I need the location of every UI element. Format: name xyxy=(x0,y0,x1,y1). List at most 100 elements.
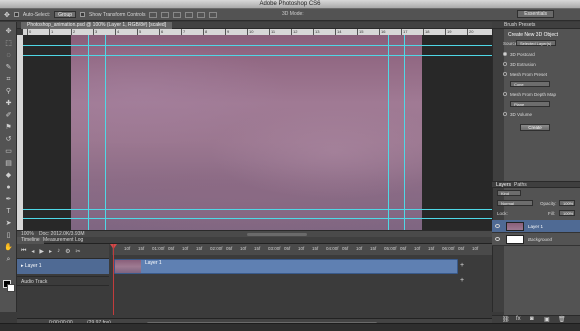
filter-kind-dropdown[interactable]: Kind xyxy=(497,190,521,196)
settings-gear-icon[interactable]: ⚙ xyxy=(65,248,70,255)
gradient-tool-icon[interactable]: ▤ xyxy=(4,160,13,168)
timeline-track-layer-1[interactable]: ▸ Layer 1 xyxy=(17,259,109,274)
option-label: 3D Extrusion xyxy=(510,62,536,67)
lasso-tool-icon[interactable]: ◌ xyxy=(4,52,13,60)
blur-tool-icon[interactable]: ◆ xyxy=(4,172,13,180)
marquee-tool-icon[interactable]: ⬚ xyxy=(4,40,13,48)
go-to-first-frame-icon[interactable]: ⏮ xyxy=(21,248,26,255)
preset-dropdown[interactable]: Cone xyxy=(510,81,550,87)
panel-tab-brush-presets[interactable]: Brush Presets xyxy=(504,22,535,29)
horizontal-scrollbar[interactable] xyxy=(247,233,307,236)
source-dropdown[interactable]: Selected Layer(s) xyxy=(516,40,556,46)
timeline-tick: 15f xyxy=(428,246,435,251)
quick-select-tool-icon[interactable]: ✎ xyxy=(4,64,13,72)
align-right-icon[interactable] xyxy=(209,11,218,18)
guide-vertical[interactable] xyxy=(88,35,89,230)
opacity-field[interactable]: 100% xyxy=(559,200,575,206)
align-center-icon[interactable] xyxy=(197,11,206,18)
timeline-tick: 10f xyxy=(356,246,363,251)
auto-select-checkbox[interactable] xyxy=(13,12,19,17)
timeline-tick: 15f xyxy=(370,246,377,251)
link-layers-icon[interactable]: ⛓ xyxy=(502,316,510,323)
move-tool-icon[interactable]: ✥ xyxy=(4,11,10,19)
hand-tool-icon[interactable]: ✋ xyxy=(4,244,13,252)
type-tool-icon[interactable]: T xyxy=(4,208,13,216)
add-media-icon[interactable]: + xyxy=(460,262,464,269)
visibility-eye-icon[interactable] xyxy=(495,237,500,241)
timeline-track-audio[interactable]: Audio Track xyxy=(17,276,109,286)
rectangle-tool-icon[interactable]: ▯ xyxy=(4,232,13,240)
radio-mesh-from-depth-map[interactable] xyxy=(503,92,507,96)
fill-label: Fill: xyxy=(548,211,555,216)
tab-paths[interactable]: Paths xyxy=(514,182,527,189)
next-frame-icon[interactable]: ▸ xyxy=(49,248,52,255)
radio-3d-postcard[interactable] xyxy=(503,52,507,56)
dodge-tool-icon[interactable]: ● xyxy=(4,184,13,192)
radio-3d-volume[interactable] xyxy=(503,112,507,116)
timeline-tick: 10f xyxy=(182,246,189,251)
auto-select-dropdown[interactable]: Group xyxy=(54,11,77,18)
blend-mode-dropdown[interactable]: Normal xyxy=(497,200,533,206)
radio-mesh-from-preset[interactable] xyxy=(503,72,507,76)
align-left-icon[interactable] xyxy=(185,11,194,18)
workspace-switcher[interactable]: Essentials xyxy=(517,10,554,18)
ruler-number: 8 xyxy=(205,29,208,34)
play-icon[interactable]: ▶ xyxy=(39,248,44,255)
guide-horizontal[interactable] xyxy=(23,55,492,56)
playhead[interactable] xyxy=(113,244,114,315)
eraser-tool-icon[interactable]: ▭ xyxy=(4,148,13,156)
healing-brush-tool-icon[interactable]: ✚ xyxy=(4,100,13,108)
background-color-swatch[interactable] xyxy=(7,284,15,292)
previous-frame-icon[interactable]: ◂ xyxy=(31,248,34,255)
fill-field[interactable]: 100% xyxy=(559,210,575,216)
tab-measurement-log[interactable]: Measurement Log xyxy=(39,237,87,244)
timeline-ruler[interactable]: 10f 15f 01:00f 05f 10f 15f 02:00f 05f 10… xyxy=(112,244,492,255)
history-brush-tool-icon[interactable]: ↺ xyxy=(4,136,13,144)
guide-horizontal[interactable] xyxy=(23,45,492,46)
align-bottom-icon[interactable] xyxy=(173,11,182,18)
depth-map-dropdown[interactable]: Plane xyxy=(510,101,550,107)
zoom-tool-icon[interactable]: ⌕ xyxy=(4,256,13,264)
create-button[interactable]: Create xyxy=(520,124,550,131)
align-top-icon[interactable] xyxy=(149,11,158,18)
ruler-number: 12 xyxy=(293,29,298,34)
path-selection-tool-icon[interactable]: ➤ xyxy=(4,220,13,228)
timeline-tick: 01:00f xyxy=(152,246,165,251)
document-canvas[interactable] xyxy=(71,35,422,230)
guide-vertical[interactable] xyxy=(388,35,389,230)
option-label: Mesh From Depth Map xyxy=(510,92,557,97)
guide-vertical[interactable] xyxy=(105,35,106,230)
align-middle-icon[interactable] xyxy=(161,11,170,18)
brush-tool-icon[interactable]: ✐ xyxy=(4,112,13,120)
layer-row[interactable]: Background xyxy=(492,233,580,246)
add-audio-icon[interactable]: + xyxy=(460,277,464,284)
clone-stamp-tool-icon[interactable]: ⚑ xyxy=(4,124,13,132)
tab-layers[interactable]: Layers xyxy=(496,182,511,189)
guide-horizontal[interactable] xyxy=(23,218,492,219)
pen-tool-icon[interactable]: ✒ xyxy=(4,196,13,204)
options-bar: ✥ Auto-Select: Group Show Transform Cont… xyxy=(0,9,580,21)
fx-icon[interactable]: fx xyxy=(516,316,521,322)
eyedropper-tool-icon[interactable]: ⚲ xyxy=(4,88,13,96)
layer-name[interactable]: Background xyxy=(528,237,552,242)
layer-row[interactable]: Layer 1 xyxy=(492,220,580,233)
trash-icon[interactable]: 🗑 xyxy=(558,316,566,323)
ruler-number: 18 xyxy=(425,29,430,34)
split-clip-icon[interactable]: ✂ xyxy=(75,248,80,255)
crop-tool-icon[interactable]: ⌗ xyxy=(4,76,13,84)
new-layer-icon[interactable]: ▣ xyxy=(544,316,550,323)
layer-name[interactable]: Layer 1 xyxy=(528,224,543,229)
ruler-number: 14 xyxy=(337,29,342,34)
move-tool-icon[interactable]: ✥ xyxy=(4,28,13,36)
mask-icon[interactable]: ◙ xyxy=(530,316,534,322)
visibility-eye-icon[interactable] xyxy=(495,224,500,228)
document-tab[interactable]: Photoshop_animation.psd @ 100% (Layer 1,… xyxy=(21,22,173,29)
timeline-tab-bar: Timeline Measurement Log xyxy=(17,237,492,244)
window-title: Adobe Photoshop CS6 xyxy=(259,1,321,7)
radio-3d-extrusion[interactable] xyxy=(503,62,507,66)
timeline-clip[interactable] xyxy=(114,259,458,274)
guide-vertical[interactable] xyxy=(404,35,405,230)
transform-controls-checkbox[interactable] xyxy=(80,12,86,17)
audio-icon[interactable]: ♪ xyxy=(57,248,60,254)
guide-horizontal[interactable] xyxy=(23,209,492,210)
